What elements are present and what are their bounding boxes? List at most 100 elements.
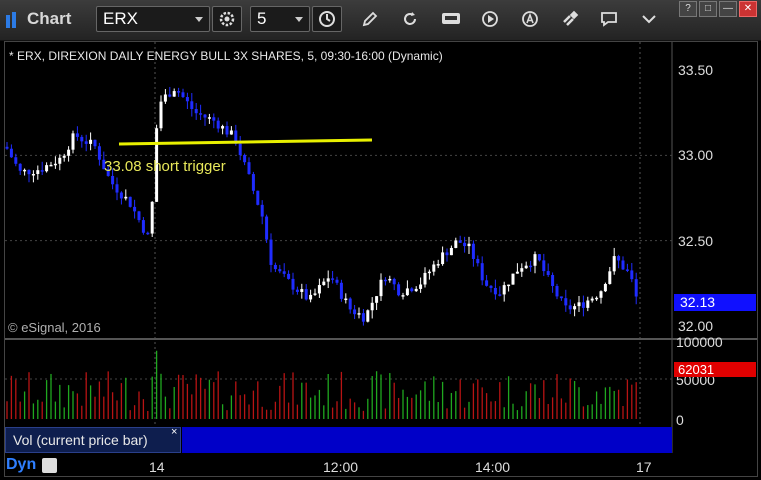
candle-body — [124, 196, 128, 199]
candle-body — [551, 274, 555, 286]
candle-body — [212, 117, 216, 121]
candle-body — [555, 285, 559, 297]
price-tick-label: 33.50 — [678, 62, 714, 78]
candle-body — [524, 265, 528, 269]
candle-body — [568, 305, 572, 310]
candle-body — [287, 273, 291, 279]
candle-body — [260, 204, 264, 217]
candle-body — [529, 265, 533, 268]
candle-body — [612, 256, 616, 272]
volume-tick-label: 0 — [676, 412, 684, 428]
candle-body — [375, 296, 379, 303]
candle-body — [300, 289, 304, 292]
candle-body — [436, 264, 440, 266]
candle-body — [370, 302, 374, 311]
candle-body — [608, 271, 612, 284]
candle-body — [467, 243, 471, 247]
candle-body — [27, 169, 31, 175]
candle-body — [71, 133, 75, 150]
candle-body — [177, 91, 181, 93]
candle-body — [36, 170, 40, 174]
candle-body — [520, 268, 524, 272]
last-price-tag: 32.13 — [674, 294, 756, 311]
candle-body — [507, 284, 511, 287]
candle-body — [498, 294, 502, 296]
candle-body — [49, 164, 53, 167]
candle-body — [595, 297, 599, 300]
candle-body — [111, 175, 115, 185]
candle-body — [617, 256, 621, 261]
last-volume-tag: 62031 — [674, 362, 756, 377]
candle-body — [423, 272, 427, 285]
candle-body — [485, 280, 489, 286]
candle-body — [317, 285, 321, 294]
volume-panel-header-strip — [182, 427, 672, 453]
dynamic-mode-label[interactable]: Dyn — [6, 456, 36, 474]
candle-body — [282, 271, 286, 274]
candle-body — [476, 258, 480, 264]
candle-body — [322, 281, 326, 286]
price-tick-label: 33.00 — [678, 147, 714, 163]
candle-body — [67, 149, 71, 156]
candle-body — [251, 174, 255, 191]
candle-body — [533, 254, 537, 266]
candle-body — [546, 271, 550, 275]
candle-body — [511, 273, 515, 285]
candle-body — [172, 91, 176, 97]
price-tick-label: 32.50 — [678, 233, 714, 249]
candle-body — [445, 252, 449, 256]
candle-body — [489, 285, 493, 288]
price-volume-chart[interactable] — [0, 0, 761, 480]
candle-body — [449, 247, 453, 256]
candle-body — [269, 239, 273, 265]
candle-body — [273, 264, 277, 270]
candle-body — [40, 170, 44, 172]
candle-body — [23, 169, 27, 172]
candle-body — [18, 163, 22, 171]
candle-body — [454, 240, 458, 248]
candle-body — [577, 302, 581, 307]
candle-body — [133, 206, 137, 212]
candle-body — [410, 288, 414, 292]
candle-body — [392, 278, 396, 285]
candle-body — [203, 114, 207, 118]
copyright-label: © eSignal, 2016 — [8, 320, 101, 335]
candle-body — [256, 190, 260, 205]
candle-body — [14, 157, 18, 164]
candle-body — [199, 113, 203, 115]
candle-body — [247, 162, 251, 175]
candle-body — [207, 117, 211, 119]
candle-body — [115, 184, 119, 193]
close-icon[interactable]: × — [171, 426, 177, 438]
candle-body — [480, 263, 484, 281]
candle-body — [326, 278, 330, 282]
time-tick-label: 14:00 — [475, 459, 511, 475]
candle-body — [348, 298, 352, 310]
candle-body — [344, 298, 348, 301]
candle-body — [141, 220, 145, 233]
candle-body — [190, 101, 194, 109]
short-trigger-annotation[interactable]: 33.08 short trigger — [104, 158, 226, 175]
candle-body — [313, 293, 317, 295]
candle-body — [573, 306, 577, 310]
candle-body — [128, 196, 132, 207]
candle-body — [397, 284, 401, 296]
candle-body — [9, 148, 13, 158]
candle-body — [194, 108, 198, 114]
candle-body — [357, 313, 361, 315]
candle-body — [75, 133, 79, 137]
candle-body — [89, 139, 93, 144]
candle-body — [243, 155, 247, 163]
candle-body — [221, 126, 225, 129]
candle-body — [419, 284, 423, 289]
lock-icon[interactable] — [42, 458, 57, 473]
candle-body — [586, 300, 590, 308]
candle-body — [564, 298, 568, 306]
candle-body — [388, 278, 392, 281]
candle-body — [339, 282, 343, 299]
time-tick-label: 17 — [636, 459, 652, 475]
candle-body — [432, 264, 436, 272]
candle-body — [168, 94, 172, 97]
candle-body — [97, 146, 101, 160]
candle-body — [559, 296, 563, 299]
